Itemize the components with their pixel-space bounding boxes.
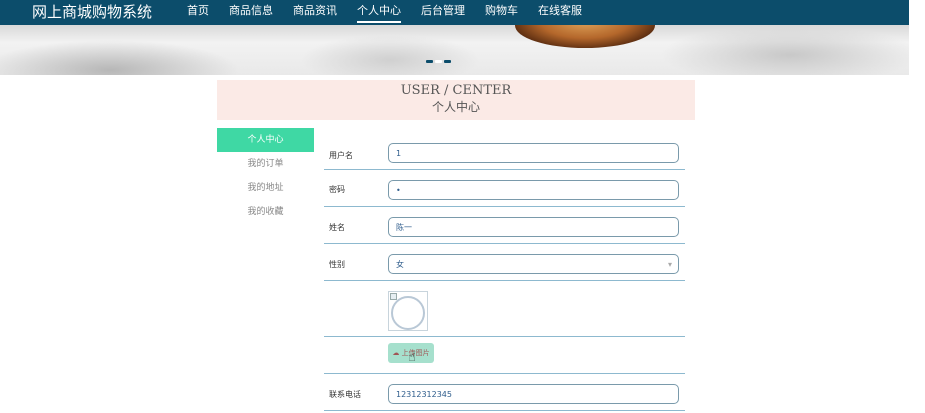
sidebar-item-my-favorites[interactable]: 我的收藏	[217, 200, 314, 224]
banner-ink-wash	[300, 35, 480, 75]
form-row-username: 用户名 1	[324, 141, 685, 170]
section-title-en: USER / CENTER	[400, 83, 512, 98]
broken-image-icon	[390, 293, 397, 300]
user-profile-form: 用户名 1 密码 • 姓名 陈一 性别 女 ▾ ☁ 上传图片 ☝ 联系电话 12…	[324, 141, 685, 411]
form-row-password: 密码 •	[324, 170, 685, 207]
gender-select-value: 女	[396, 260, 404, 269]
phone-label: 联系电话	[329, 390, 361, 399]
top-nav-bar: 网上商城购物系统 首页 商品信息 商品资讯 个人中心 后台管理 购物车 在线客服	[0, 0, 909, 25]
nav-products[interactable]: 商品信息	[229, 0, 273, 25]
sidebar-item-my-address[interactable]: 我的地址	[217, 176, 314, 200]
section-header: USER / CENTER 个人中心	[217, 80, 695, 120]
user-center-sidebar: 个人中心 我的订单 我的地址 我的收藏	[217, 128, 314, 224]
nav-home[interactable]: 首页	[187, 0, 209, 25]
username-label: 用户名	[329, 151, 353, 160]
main-nav: 首页 商品信息 商品资讯 个人中心 后台管理 购物车 在线客服	[187, 0, 602, 25]
password-input[interactable]: •	[388, 180, 679, 200]
section-title-cn: 个人中心	[431, 100, 480, 114]
banner-carousel[interactable]	[0, 25, 909, 75]
carousel-dot-3[interactable]	[444, 60, 451, 63]
carousel-dot-1[interactable]	[426, 60, 433, 63]
site-title: 网上商城购物系统	[32, 3, 153, 21]
nav-admin[interactable]: 后台管理	[421, 0, 465, 25]
banner-ink-wash	[0, 40, 240, 75]
upload-cloud-icon: ☁	[392, 349, 400, 357]
sidebar-item-user-center[interactable]: 个人中心	[217, 128, 314, 152]
form-row-name: 姓名 陈一	[324, 207, 685, 244]
username-input[interactable]: 1	[388, 143, 679, 163]
carousel-dot-2[interactable]	[435, 60, 442, 63]
name-label: 姓名	[329, 223, 345, 232]
chevron-down-icon: ▾	[667, 260, 672, 269]
form-row-upload: ☁ 上传图片 ☝	[324, 337, 685, 374]
banner-food-image	[515, 25, 655, 48]
avatar-preview	[388, 291, 428, 331]
form-row-gender: 性别 女 ▾	[324, 244, 685, 281]
gender-select[interactable]: 女 ▾	[388, 254, 679, 274]
form-row-avatar	[324, 281, 685, 337]
name-input[interactable]: 陈一	[388, 217, 679, 237]
nav-user-center[interactable]: 个人中心	[357, 0, 401, 25]
hand-cursor-icon: ☝	[408, 350, 416, 365]
form-row-phone: 联系电话 12312312345	[324, 374, 685, 411]
banner-ink-wash	[660, 25, 909, 75]
avatar-circle	[391, 296, 425, 330]
sidebar-item-my-orders[interactable]: 我的订单	[217, 152, 314, 176]
password-label: 密码	[329, 185, 345, 194]
gender-label: 性别	[329, 260, 345, 269]
phone-input[interactable]: 12312312345	[388, 384, 679, 404]
nav-news[interactable]: 商品资讯	[293, 0, 337, 25]
nav-customer-service[interactable]: 在线客服	[538, 0, 582, 25]
nav-cart[interactable]: 购物车	[485, 0, 518, 25]
carousel-indicators	[426, 60, 453, 63]
